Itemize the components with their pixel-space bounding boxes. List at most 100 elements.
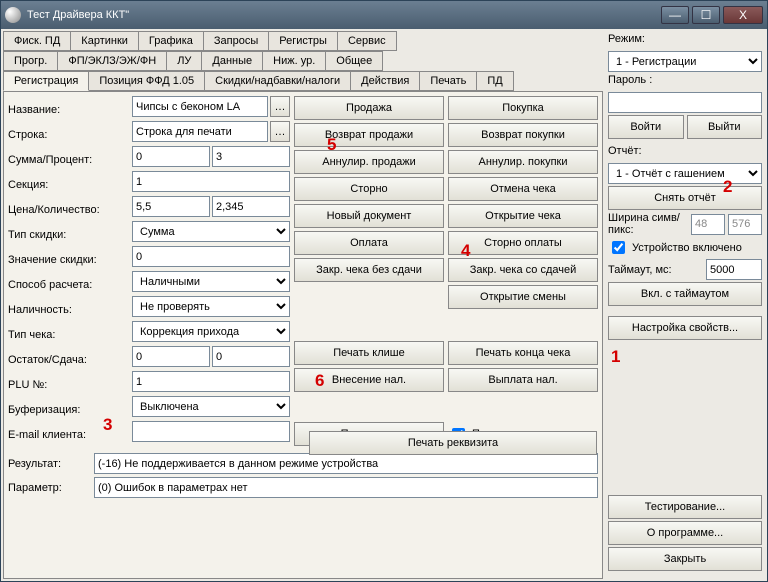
section-input[interactable] xyxy=(132,171,290,192)
tabs-row-2: Прогр. ФП/ЭКЛЗ/ЭЖ/ФН ЛУ Данные Ниж. ур. … xyxy=(3,51,603,70)
width-label: Ширина симв/пикс: xyxy=(608,212,688,236)
timeout-input[interactable] xyxy=(706,259,762,280)
payment-storno-button[interactable]: Сторно оплаты xyxy=(448,231,598,255)
label-email: E-mail клиента: xyxy=(8,425,128,445)
window-title: Тест Драйвера ККТ" xyxy=(27,9,658,21)
device-on-checkbox[interactable] xyxy=(612,241,625,254)
close-check-with-change-button[interactable]: Закр. чека со сдачей xyxy=(448,258,598,282)
buffering-select[interactable]: Выключена xyxy=(132,396,290,417)
cash-out-button[interactable]: Выплата нал. xyxy=(448,368,598,392)
tab-pictures[interactable]: Картинки xyxy=(70,31,139,51)
sale-return-button[interactable]: Возврат продажи xyxy=(294,123,444,147)
purchase-cancel-button[interactable]: Аннулир. покупки xyxy=(448,150,598,174)
print-cliche-button[interactable]: Печать клише xyxy=(294,341,444,365)
check-type-select[interactable]: Коррекция прихода xyxy=(132,321,290,342)
close-check-no-change-button[interactable]: Закр. чека без сдачи xyxy=(294,258,444,282)
purchase-return-button[interactable]: Возврат покупки xyxy=(448,123,598,147)
tab-low-level[interactable]: Ниж. ур. xyxy=(262,51,326,71)
timeout-label: Таймаут, мс: xyxy=(608,264,703,276)
change-input[interactable] xyxy=(212,346,290,367)
titlebar: Тест Драйвера ККТ" — ☐ X xyxy=(1,1,767,29)
param-output xyxy=(94,477,598,498)
tab-lu[interactable]: ЛУ xyxy=(166,51,202,71)
email-input[interactable] xyxy=(132,421,290,442)
label-line: Строка: xyxy=(8,125,128,145)
report-select[interactable]: 1 - Отчёт с гашением xyxy=(608,163,762,184)
tab-common[interactable]: Общее xyxy=(325,51,383,71)
storno-button[interactable]: Сторно xyxy=(294,177,444,201)
minimize-button[interactable]: — xyxy=(661,6,689,24)
label-check-type: Тип чека: xyxy=(8,325,128,345)
result-label: Результат: xyxy=(8,458,88,470)
label-discount-type: Тип скидки: xyxy=(8,225,128,245)
testing-button[interactable]: Тестирование... xyxy=(608,495,762,519)
sum-input[interactable] xyxy=(132,146,210,167)
tab-registration[interactable]: Регистрация xyxy=(3,71,89,91)
app-icon xyxy=(5,7,21,23)
price-input[interactable] xyxy=(132,196,210,217)
tab-progr[interactable]: Прогр. xyxy=(3,51,58,71)
tab-data[interactable]: Данные xyxy=(201,51,263,71)
password-label: Пароль : xyxy=(608,74,762,90)
tab-registers[interactable]: Регистры xyxy=(268,31,338,51)
tab-actions[interactable]: Действия xyxy=(350,71,420,91)
payment-method-select[interactable]: Наличными xyxy=(132,271,290,292)
cancel-check-button[interactable]: Отмена чека xyxy=(448,177,598,201)
tab-print[interactable]: Печать xyxy=(419,71,477,91)
open-check-button[interactable]: Открытие чека xyxy=(448,204,598,228)
purchase-button[interactable]: Покупка xyxy=(448,96,598,120)
qty-input[interactable] xyxy=(212,196,290,217)
label-buffering: Буферизация: xyxy=(8,400,128,420)
open-shift-button[interactable]: Открытие смены xyxy=(448,285,598,309)
cash-in-button[interactable]: Внесение нал. xyxy=(294,368,444,392)
tabs-row-3: Регистрация Позиция ФФД 1.05 Скидки/надб… xyxy=(3,71,603,90)
new-document-button[interactable]: Новый документ xyxy=(294,204,444,228)
print-end-check-button[interactable]: Печать конца чека xyxy=(448,341,598,365)
maximize-button[interactable]: ☐ xyxy=(692,6,720,24)
tab-ffd-position[interactable]: Позиция ФФД 1.05 xyxy=(88,71,205,91)
percent-input[interactable] xyxy=(212,146,290,167)
label-name: Название: xyxy=(8,100,128,120)
param-label: Параметр: xyxy=(8,482,88,494)
take-report-button[interactable]: Снять отчёт xyxy=(608,186,762,210)
label-section: Секция: xyxy=(8,175,128,195)
password-input[interactable] xyxy=(608,92,762,113)
balance-input[interactable] xyxy=(132,346,210,367)
device-on-label: Устройство включено xyxy=(632,242,742,254)
mode-select[interactable]: 1 - Регистрации xyxy=(608,51,762,72)
tab-fisk-pd[interactable]: Фиск. ПД xyxy=(3,31,71,51)
label-cash: Наличность: xyxy=(8,300,128,320)
sale-cancel-button[interactable]: Аннулир. продажи xyxy=(294,150,444,174)
sale-button[interactable]: Продажа xyxy=(294,96,444,120)
logout-button[interactable]: Выйти xyxy=(687,115,763,139)
cash-select[interactable]: Не проверять xyxy=(132,296,290,317)
name-input[interactable] xyxy=(132,96,268,117)
tab-fp-eklz[interactable]: ФП/ЭКЛЗ/ЭЖ/ФН xyxy=(57,51,167,71)
width-chars-output xyxy=(691,214,725,235)
about-button[interactable]: О программе... xyxy=(608,521,762,545)
tab-discounts[interactable]: Скидки/надбавки/налоги xyxy=(204,71,351,91)
tab-pd[interactable]: ПД xyxy=(476,71,513,91)
properties-button[interactable]: Настройка свойств... xyxy=(608,316,762,340)
on-with-timeout-button[interactable]: Вкл. с таймаутом xyxy=(608,282,762,306)
payment-button[interactable]: Оплата xyxy=(294,231,444,255)
width-px-output xyxy=(728,214,762,235)
tab-requests[interactable]: Запросы xyxy=(203,31,269,51)
line-more-button[interactable]: … xyxy=(270,121,290,142)
line-input[interactable] xyxy=(132,121,268,142)
close-button[interactable]: X xyxy=(723,6,763,24)
plu-input[interactable] xyxy=(132,371,290,392)
mode-label: Режим: xyxy=(608,33,762,49)
tab-service[interactable]: Сервис xyxy=(337,31,397,51)
label-sum-percent: Сумма/Процент: xyxy=(8,150,128,170)
label-payment-method: Способ расчета: xyxy=(8,275,128,295)
report-label: Отчёт: xyxy=(608,145,762,161)
login-button[interactable]: Войти xyxy=(608,115,684,139)
tab-graphics[interactable]: Графика xyxy=(138,31,204,51)
print-requisite-button[interactable]: Печать реквизита xyxy=(309,431,597,455)
discount-type-select[interactable]: Сумма xyxy=(132,221,290,242)
discount-value-input[interactable] xyxy=(132,246,290,267)
close-app-button[interactable]: Закрыть xyxy=(608,547,762,571)
name-more-button[interactable]: … xyxy=(270,96,290,117)
label-balance-change: Остаток/Сдача: xyxy=(8,350,128,370)
